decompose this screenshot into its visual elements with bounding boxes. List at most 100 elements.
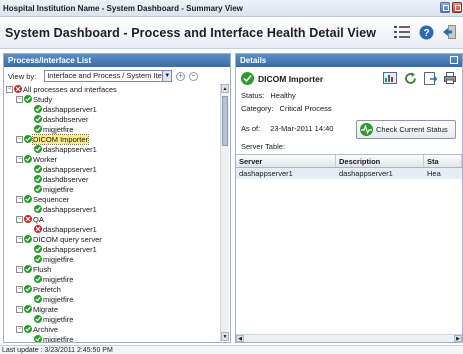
status-ok-icon — [34, 185, 42, 193]
page-header: System Dashboard - Process and Interface… — [0, 17, 463, 49]
tree-node-label: dashappserver1 — [43, 104, 97, 114]
collapse-toggle-icon[interactable]: − — [16, 265, 23, 273]
dashboard-view-icon[interactable] — [383, 71, 397, 85]
minimize-button[interactable] — [440, 2, 450, 13]
collapse-toggle-icon[interactable]: − — [16, 235, 23, 243]
status-ok-icon — [24, 305, 32, 313]
healthy-check-icon — [241, 72, 254, 85]
tree-node-label: dashappserver1 — [43, 164, 97, 174]
tree-node-label: dashappserver1 — [43, 144, 97, 154]
status-ok-icon — [34, 315, 42, 323]
scroll-up-icon[interactable]: ▲ — [221, 84, 229, 93]
tree-node[interactable]: − Worker — [16, 154, 57, 164]
status-ok-icon — [34, 165, 42, 173]
process-interface-panel: Process/Interface List View by: Interfac… — [3, 53, 231, 343]
status-ok-icon — [34, 255, 42, 263]
tree-node[interactable]: − All processes and interfaces — [6, 84, 117, 94]
table-header: Server Description Sta — [236, 155, 462, 168]
scroll-right-icon[interactable]: ▶ — [454, 335, 462, 342]
close-button[interactable] — [452, 2, 462, 13]
collapse-toggle-icon[interactable]: − — [16, 135, 23, 143]
collapse-toggle-icon[interactable]: − — [16, 325, 23, 333]
collapse-all-button[interactable]: − — [189, 71, 199, 81]
table-hscrollbar[interactable]: ◀ ▶ — [236, 334, 462, 342]
header-toolbar: ? — [393, 23, 459, 41]
status-ok-icon — [34, 205, 42, 213]
status-ok-icon — [24, 285, 32, 293]
collapse-toggle-icon[interactable]: − — [16, 155, 23, 163]
column-header-status[interactable]: Sta — [424, 155, 462, 167]
collapse-toggle-icon[interactable]: − — [16, 195, 23, 203]
export-icon[interactable] — [423, 71, 437, 85]
tree-node[interactable]: migjetfire — [26, 334, 73, 342]
tree-node[interactable]: − DICOM query server — [16, 234, 102, 244]
status-value: Healthy — [270, 91, 296, 100]
column-header-server[interactable]: Server — [236, 155, 336, 167]
tree-node[interactable]: − Prefetch — [16, 284, 61, 294]
status-ok-icon — [34, 105, 42, 113]
tree-node-label: migjetfire — [43, 124, 74, 134]
tree-node[interactable]: dashappserver1 — [26, 144, 97, 154]
svg-text:?: ? — [423, 28, 429, 39]
check-current-status-button[interactable]: Check Current Status — [356, 120, 456, 139]
window-titlebar: Hospital Institution Name - System Dashb… — [0, 0, 463, 17]
collapse-toggle-icon[interactable]: − — [16, 305, 23, 313]
table-row[interactable]: dashappserver1 dashappserver1 Hea — [236, 168, 462, 179]
tree-node[interactable]: migjetfire — [26, 124, 73, 134]
collapse-toggle-icon[interactable]: − — [16, 285, 23, 293]
scrollbar-thumb[interactable] — [222, 96, 228, 146]
tree-node[interactable]: dashappserver1 — [26, 104, 97, 114]
tree-node-label: Worker — [33, 154, 58, 164]
tree-node[interactable]: − DICOM Importer — [16, 133, 90, 145]
tree-node-label: dashappserver1 — [43, 244, 97, 254]
tree-node[interactable]: migjetfire — [26, 274, 73, 284]
status-error-icon — [34, 225, 42, 233]
expand-all-button[interactable]: + — [176, 71, 186, 81]
tree-node-label: QA — [33, 214, 44, 224]
tree-node[interactable]: dashappserver1 — [26, 244, 97, 254]
pin-icon[interactable] — [450, 56, 458, 64]
tree-node[interactable]: − Migrate — [16, 304, 58, 314]
tree-node[interactable]: − QA — [16, 214, 44, 224]
tree-node[interactable]: dashdbserver — [26, 114, 88, 124]
tree-node[interactable]: dashappserver1 — [26, 204, 97, 214]
tree-node[interactable]: dashappserver1 — [26, 164, 97, 174]
scroll-down-icon[interactable]: ▼ — [221, 332, 229, 341]
status-ok-icon — [24, 235, 32, 243]
view-by-select[interactable]: Interface and Process / System Item ▼ — [44, 70, 173, 82]
status-ok-icon — [34, 245, 42, 253]
collapse-toggle-icon[interactable]: − — [6, 85, 13, 93]
tree-node[interactable]: − Archive — [16, 324, 58, 334]
status-ok-icon — [34, 125, 42, 133]
help-icon[interactable]: ? — [417, 23, 435, 41]
cell-server: dashappserver1 — [239, 169, 293, 178]
process-tree: − All processes and interfaces − Study dasha… — [6, 84, 220, 342]
tree-node-label: dashappserver1 — [43, 204, 97, 214]
refresh-icon[interactable] — [403, 71, 417, 85]
exit-icon[interactable] — [441, 23, 459, 41]
tree-node-label: DICOM query server — [33, 234, 102, 244]
tree-node[interactable]: migjetfire — [26, 254, 73, 264]
tree-node[interactable]: dashappserver1 — [26, 224, 97, 234]
tree-node-label: Prefetch — [33, 284, 61, 294]
list-settings-icon[interactable] — [393, 23, 411, 41]
tree-node[interactable]: migjetfire — [26, 184, 73, 194]
tree-node[interactable]: migjetfire — [26, 314, 73, 324]
tree-scrollbar[interactable]: ▲ ▼ — [220, 84, 229, 341]
column-header-description[interactable]: Description — [336, 155, 424, 167]
tree-node[interactable]: − Sequencer — [16, 194, 69, 204]
collapse-toggle-icon[interactable]: − — [16, 95, 23, 103]
tree-node[interactable]: − Study — [16, 94, 52, 104]
tree-node-label: Sequencer — [33, 194, 70, 204]
status-ok-icon — [34, 335, 42, 342]
tree-node[interactable]: dashdbserver — [26, 174, 88, 184]
scroll-left-icon[interactable]: ◀ — [236, 335, 244, 342]
print-icon[interactable] — [443, 71, 457, 85]
cell-status: Hea — [427, 169, 441, 178]
chevron-down-icon[interactable]: ▼ — [162, 71, 172, 81]
tree-node[interactable]: migjetfire — [26, 294, 73, 304]
tree-node[interactable]: − Flush — [16, 264, 51, 274]
tree-node-label: migjetfire — [43, 294, 74, 304]
page-title: System Dashboard - Process and Interface… — [5, 25, 377, 40]
collapse-toggle-icon[interactable]: − — [16, 215, 23, 223]
